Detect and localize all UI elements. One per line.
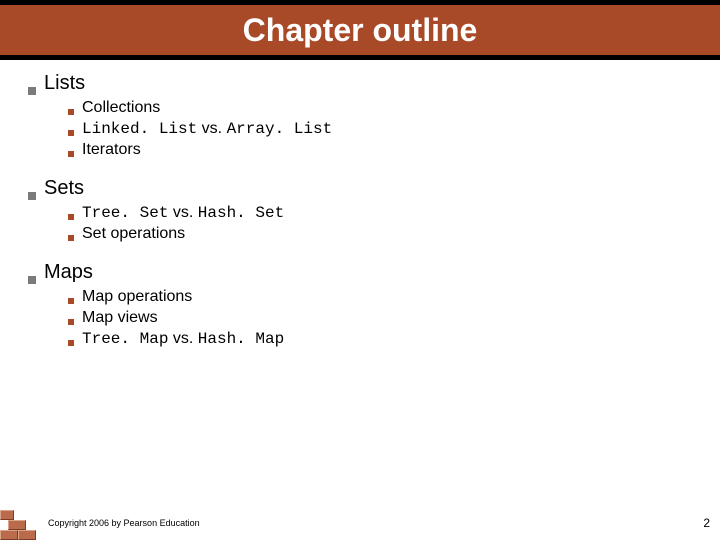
- square-bullet-icon: [68, 298, 74, 304]
- slide-content: Lists Collections Linked. List vs. Array. …: [0, 60, 720, 348]
- list-item-text: Iterators: [82, 141, 141, 159]
- list-item: Iterators: [68, 141, 692, 159]
- title-bar: Chapter outline: [0, 0, 720, 60]
- list-item: Linked. List vs. Array. List: [68, 120, 692, 138]
- copyright-footer: Copyright 2006 by Pearson Education: [48, 518, 200, 528]
- list-item-text: Map views: [82, 309, 158, 327]
- list-item: Set operations: [68, 225, 692, 243]
- square-bullet-icon: [68, 214, 74, 220]
- list-item: Map views: [68, 309, 692, 327]
- square-bullet-icon: [68, 235, 74, 241]
- list-item: Collections: [68, 99, 692, 117]
- square-bullet-icon: [68, 109, 74, 115]
- list-item: Tree. Map vs. Hash. Map: [68, 330, 692, 348]
- square-bullet-icon: [28, 87, 36, 95]
- list-item-text: Tree. Set vs. Hash. Set: [82, 204, 284, 222]
- square-bullet-icon: [28, 192, 36, 200]
- list-item-text: Linked. List vs. Array. List: [82, 120, 332, 138]
- brick-decoration: [0, 504, 40, 540]
- section-heading: Lists: [28, 72, 692, 95]
- square-bullet-icon: [68, 340, 74, 346]
- list-item-text: Set operations: [82, 225, 185, 243]
- square-bullet-icon: [68, 130, 74, 136]
- title-bar-inner: Chapter outline: [0, 5, 720, 55]
- slide-title: Chapter outline: [243, 12, 478, 49]
- section-heading-text: Sets: [44, 177, 84, 200]
- list-item-text: Collections: [82, 99, 160, 117]
- section-sublist: Map operations Map views Tree. Map vs. Has…: [68, 288, 692, 348]
- section-heading-text: Maps: [44, 261, 93, 284]
- section-sublist: Tree. Set vs. Hash. Set Set operations: [68, 204, 692, 243]
- section-heading: Maps: [28, 261, 692, 284]
- square-bullet-icon: [28, 276, 36, 284]
- square-bullet-icon: [68, 319, 74, 325]
- list-item-text: Tree. Map vs. Hash. Map: [82, 330, 284, 348]
- square-bullet-icon: [68, 151, 74, 157]
- list-item: Tree. Set vs. Hash. Set: [68, 204, 692, 222]
- section-heading: Sets: [28, 177, 692, 200]
- list-item-text: Map operations: [82, 288, 192, 306]
- page-number: 2: [703, 516, 710, 530]
- section-heading-text: Lists: [44, 72, 85, 95]
- list-item: Map operations: [68, 288, 692, 306]
- section-sublist: Collections Linked. List vs. Array. List I…: [68, 99, 692, 159]
